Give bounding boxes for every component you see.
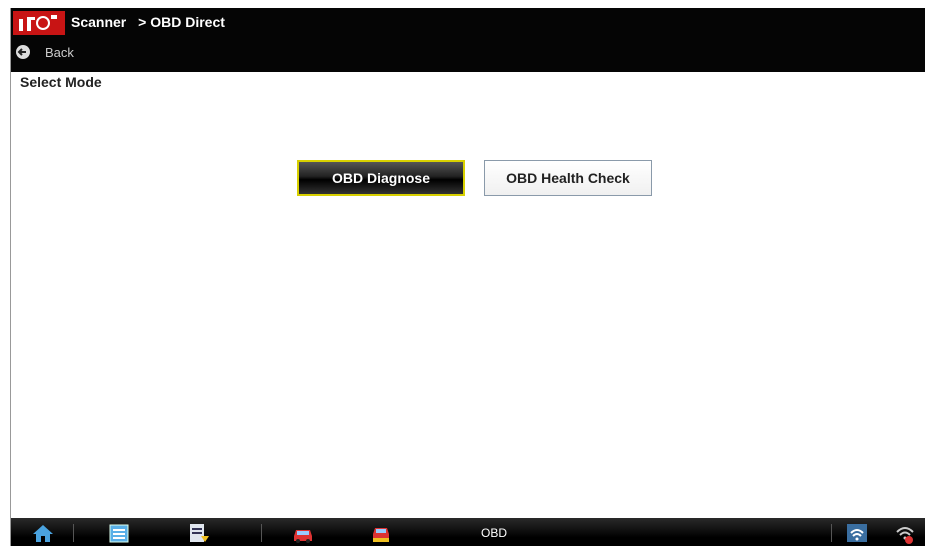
app-window: Scanner > OBD Direct Back Select Mode OB… bbox=[10, 8, 925, 546]
back-label: Back bbox=[45, 44, 74, 60]
status-text: OBD bbox=[481, 526, 508, 540]
back-arrow-icon bbox=[16, 45, 30, 59]
obd-diagnose-button[interactable]: OBD Diagnose bbox=[297, 160, 465, 196]
toolbar-separator bbox=[261, 524, 262, 542]
toolbar-separator bbox=[73, 524, 74, 542]
home-icon[interactable] bbox=[31, 522, 55, 544]
scanner-car-icon[interactable] bbox=[291, 522, 315, 544]
scanner-logo-icon[interactable] bbox=[13, 11, 65, 35]
data-manager-icon[interactable] bbox=[187, 522, 211, 544]
breadcrumb: Scanner > OBD Direct bbox=[71, 14, 233, 30]
wifi-settings-icon[interactable] bbox=[893, 522, 917, 544]
breadcrumb-obd-direct: > OBD Direct bbox=[138, 14, 225, 30]
bottom-toolbar: OBD bbox=[11, 518, 925, 546]
obd-health-check-button[interactable]: OBD Health Check bbox=[484, 160, 652, 196]
vehicle-system-icon[interactable] bbox=[369, 522, 393, 544]
title-bar: Scanner > OBD Direct Back bbox=[11, 8, 925, 72]
page-title: Select Mode bbox=[20, 74, 102, 90]
back-button[interactable]: Back bbox=[15, 42, 74, 62]
breadcrumb-scanner[interactable]: Scanner bbox=[71, 14, 126, 30]
toolbar-separator bbox=[831, 524, 832, 542]
wifi-icon[interactable] bbox=[845, 522, 869, 544]
vehicle-data-icon[interactable] bbox=[107, 522, 131, 544]
